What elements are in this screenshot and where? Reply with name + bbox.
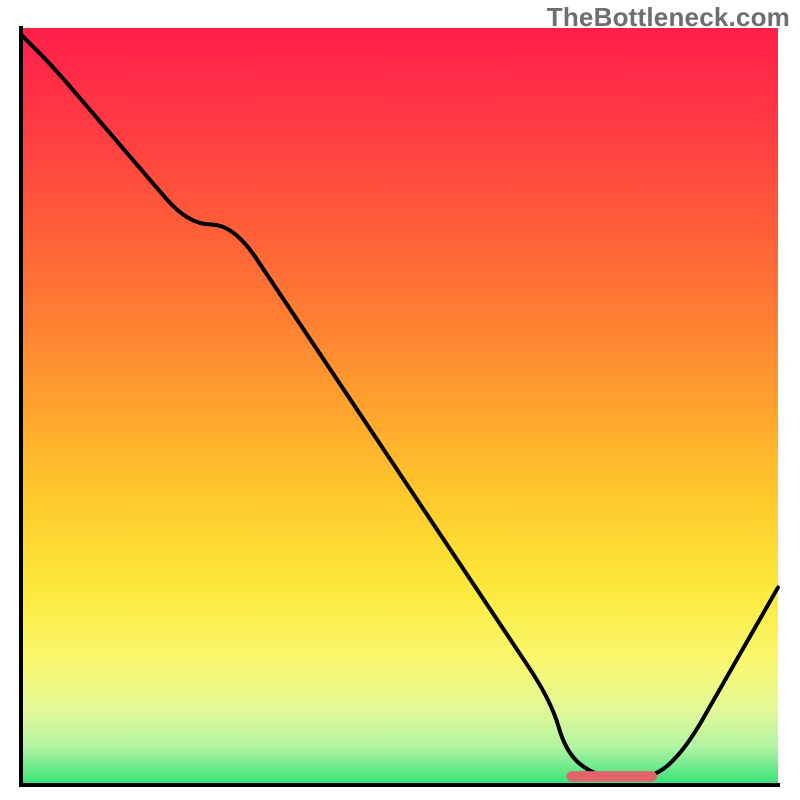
chart-container: TheBottleneck.com xyxy=(0,0,800,800)
watermark-label: TheBottleneck.com xyxy=(547,2,790,33)
optimal-zone-marker xyxy=(566,771,657,782)
plot-background xyxy=(22,28,778,784)
chart-svg xyxy=(0,0,800,800)
